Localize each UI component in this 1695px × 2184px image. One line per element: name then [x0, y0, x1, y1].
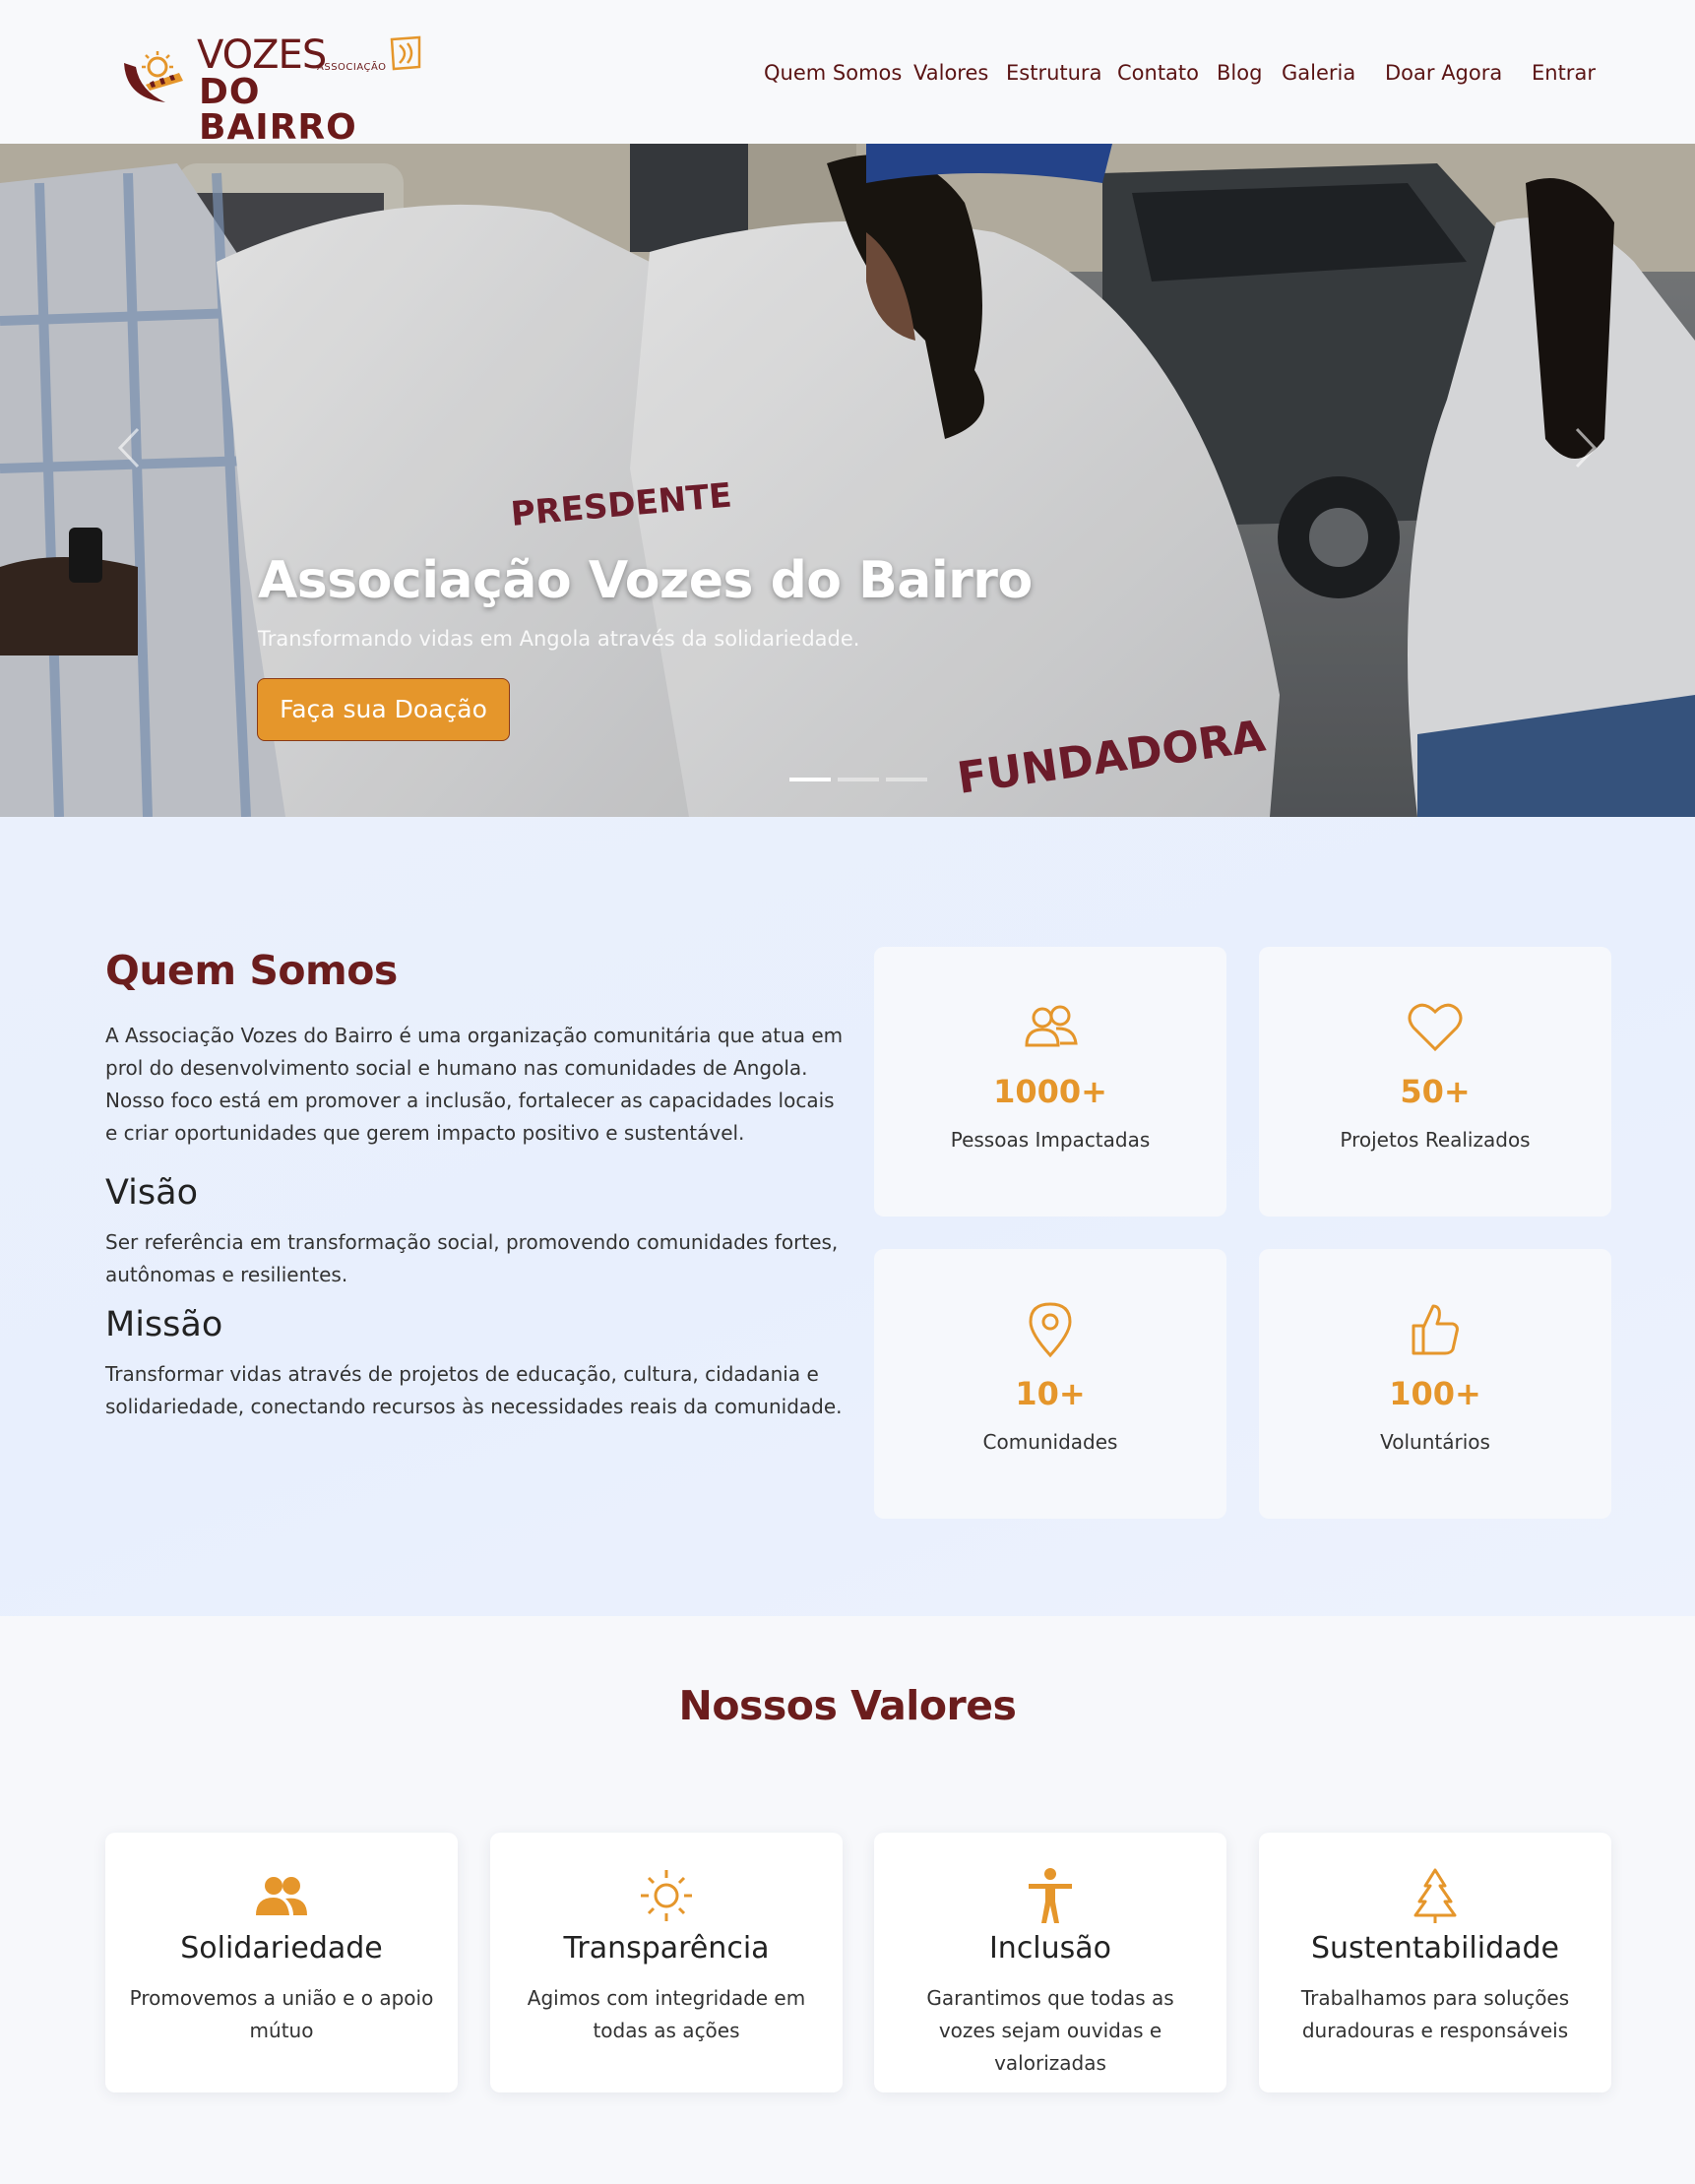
value-desc: Trabalhamos para soluções duradouras e r…	[1300, 1986, 1570, 2042]
nav-login[interactable]: Entrar	[1532, 57, 1596, 89]
stat-label: Projetos Realizados	[1340, 1128, 1531, 1152]
value-title: Inclusão	[988, 1931, 1112, 1966]
stat-label: Pessoas Impactadas	[950, 1128, 1151, 1152]
nav-blog[interactable]: Blog	[1217, 57, 1262, 89]
hero-title: Associação Vozes do Bairro	[258, 551, 1033, 610]
values-title: Nossos Valores	[678, 1682, 1017, 1729]
about-title: Quem Somos	[105, 947, 398, 994]
nav-contato[interactable]: Contato	[1117, 57, 1199, 89]
carousel-next-icon[interactable]	[1571, 425, 1601, 470]
logo-wordmark-top: VOZES	[197, 32, 327, 78]
nav-donate[interactable]: Doar Agora	[1385, 57, 1502, 89]
value-desc: Garantimos que todas as vozes sejam ouvi…	[926, 1986, 1174, 2075]
stat-label: Comunidades	[982, 1430, 1118, 1454]
sun-icon	[641, 1870, 692, 1921]
stat-card-people: 1000+ Pessoas Impactadas	[874, 947, 1226, 1217]
hero-subtitle: Transformando vidas em Angola através da…	[258, 627, 860, 651]
values-section: Nossos Valores Solidariedade Promovemos …	[0, 1616, 1695, 2184]
people-icon	[1025, 1005, 1078, 1047]
nav-valores[interactable]: Valores	[913, 57, 988, 89]
location-pin-icon	[1029, 1302, 1072, 1358]
about-section: Quem Somos A Associação Vozes do Bairro …	[0, 817, 1695, 1616]
nav-quem-somos[interactable]: Quem Somos	[764, 57, 902, 89]
stat-value: 1000+	[993, 1073, 1107, 1110]
people-filled-icon	[256, 1877, 307, 1915]
carousel-indicator-2[interactable]	[838, 778, 879, 781]
value-card-inclusao: Inclusão Garantimos que todas as vozes s…	[874, 1833, 1226, 2092]
carousel-indicator-3[interactable]	[886, 778, 927, 781]
vision-text: Ser referência em transformação social, …	[105, 1230, 839, 1286]
value-card-transparencia: Transparência Agimos com integridade em …	[490, 1833, 843, 2092]
value-desc: Agimos com integridade em todas as ações	[527, 1986, 806, 2042]
heart-icon	[1408, 1003, 1463, 1052]
nav-estrutura[interactable]: Estrutura	[1006, 57, 1101, 89]
nav-galeria[interactable]: Galeria	[1282, 57, 1355, 89]
value-desc: Promovemos a união e o apoio mútuo	[129, 1986, 434, 2042]
mission-title: Missão	[105, 1305, 223, 1344]
value-card-solidariedade: Solidariedade Promovemos a união e o apo…	[105, 1833, 458, 2092]
donate-cta-button[interactable]: Faça sua Doação	[257, 678, 510, 741]
hero-photo: PRESDENTE FUNDADORA	[0, 144, 1695, 817]
stat-card-communities: 10+ Comunidades	[874, 1249, 1226, 1519]
value-card-sustentabilidade: Sustentabilidade Trabalhamos para soluçõ…	[1259, 1833, 1611, 2092]
brand-logo[interactable]: VOZES ASSOCIAÇÃO DO BAIRRO	[120, 32, 425, 146]
stat-value: 100+	[1389, 1375, 1481, 1412]
logo-emblem-icon	[124, 51, 183, 102]
value-title: Solidariedade	[180, 1931, 383, 1966]
logo-tagline: ASSOCIAÇÃO	[317, 62, 387, 73]
logo-wordmark-bottom: DO BAIRRO	[199, 72, 357, 148]
about-intro: A Associação Vozes do Bairro é uma organ…	[105, 1024, 844, 1145]
thumbs-up-icon	[1412, 1304, 1459, 1355]
stat-value: 10+	[1015, 1375, 1086, 1412]
value-title: Sustentabilidade	[1310, 1931, 1560, 1966]
tree-icon	[1413, 1868, 1457, 1923]
logo-drum-icon	[390, 35, 421, 71]
stat-label: Voluntários	[1380, 1430, 1490, 1454]
stat-card-volunteers: 100+ Voluntários	[1259, 1249, 1611, 1519]
carousel-indicator-1[interactable]	[789, 778, 831, 781]
hero-carousel: PRESDENTE FUNDADORA Associação Vozes do …	[0, 144, 1695, 817]
value-title: Transparência	[563, 1931, 770, 1966]
site-header: VOZES ASSOCIAÇÃO DO BAIRRO Quem Somos Va…	[0, 0, 1695, 146]
vision-title: Visão	[105, 1173, 198, 1213]
stat-value: 50+	[1400, 1073, 1471, 1110]
stat-card-projects: 50+ Projetos Realizados	[1259, 947, 1611, 1217]
mission-text: Transformar vidas através de projetos de…	[105, 1362, 843, 1418]
carousel-prev-icon[interactable]	[114, 425, 144, 470]
person-icon	[1029, 1868, 1072, 1923]
